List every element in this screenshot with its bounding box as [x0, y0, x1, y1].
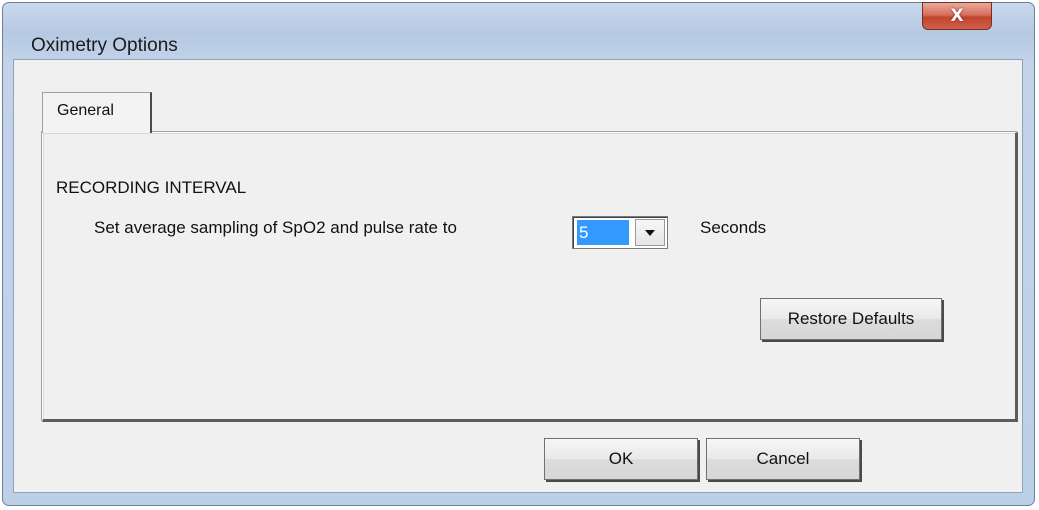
restore-defaults-button[interactable]: Restore Defaults: [760, 298, 942, 340]
seconds-unit-label: Seconds: [700, 218, 767, 237]
dialog-client-area: General RECORDING INTERVAL Set average s…: [13, 59, 1023, 493]
recording-interval-heading: RECORDING INTERVAL: [56, 178, 247, 197]
dialog-window: Oximetry Options X General RECORDING INT…: [2, 2, 1035, 506]
tab-general-label: General: [57, 102, 114, 119]
sampling-interval-select[interactable]: 5: [572, 216, 668, 249]
close-button[interactable]: X: [922, 2, 992, 30]
title-bar[interactable]: Oximetry Options X: [3, 2, 1034, 56]
sampling-interval-value: 5: [577, 220, 629, 245]
tab-panel-general: [42, 132, 1018, 422]
chevron-down-icon: [645, 229, 655, 236]
window-title: Oximetry Options: [31, 35, 178, 56]
sampling-prompt-label: Set average sampling of SpO2 and pulse r…: [94, 218, 457, 237]
tab-general[interactable]: General: [42, 92, 152, 133]
close-icon: X: [950, 6, 964, 26]
ok-button[interactable]: OK: [544, 438, 698, 480]
dropdown-button[interactable]: [635, 219, 665, 246]
cancel-button[interactable]: Cancel: [706, 438, 860, 480]
